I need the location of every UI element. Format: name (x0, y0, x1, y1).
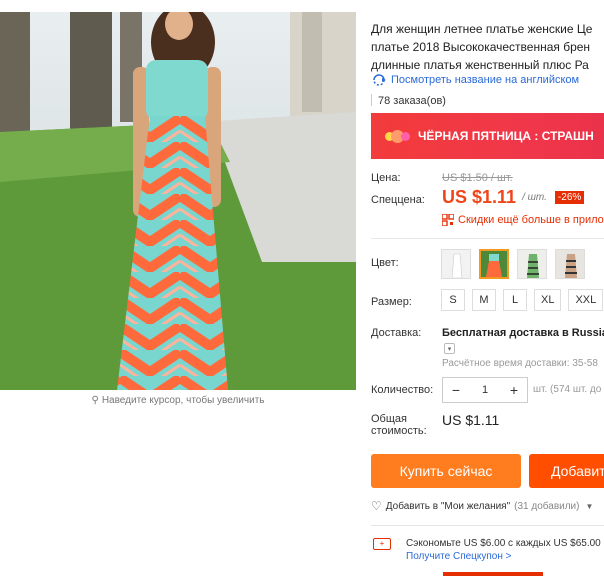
size-option-l[interactable]: L (503, 289, 527, 311)
bottom-strip (371, 572, 604, 576)
buy-now-button[interactable]: Купить сейчас (371, 454, 521, 488)
magnifier-icon: ⚲ (91, 395, 99, 406)
special-price-label: Спеццена: (371, 194, 425, 206)
coupon-text: Сэкономьте US $6.00 с каждых US $65.00 (406, 538, 601, 549)
old-price: US $1.50 / шт. (442, 172, 513, 184)
product-title: Для женщин летнее платье женские Це плат… (371, 22, 593, 72)
shipping-time: Расчётное время доставки: 35-58 (442, 358, 598, 369)
coupon-icon: + (373, 538, 391, 550)
total-price: US $1.11 (442, 412, 500, 428)
chevron-down-icon[interactable]: ▼ (585, 502, 593, 511)
wishlist-link[interactable]: ♡ Добавить в "Мои желания" (31 добавили)… (371, 499, 593, 513)
banner-text: ЧЁРНАЯ ПЯТНИЦА : СТРАШН (418, 129, 594, 143)
add-to-cart-button[interactable]: Добавит (529, 454, 604, 488)
quantity-decrease-button[interactable]: − (449, 383, 463, 397)
promo-dots-icon (385, 129, 410, 143)
shipping-method: Бесплатная доставка в Russian F (442, 327, 604, 339)
size-options: S M L XL XXL (441, 289, 604, 311)
size-option-m[interactable]: M (472, 289, 496, 311)
zoom-hint-text: Наведите курсор, чтобы увеличить (101, 395, 265, 406)
coupon-block: + Сэкономьте US $6.00 с каждых US $65.00… (371, 525, 604, 569)
app-discount-link[interactable]: Скидки ещё больше в приложе (442, 214, 604, 226)
size-option-xxl[interactable]: XXL (568, 289, 604, 311)
color-label: Цвет: (371, 257, 399, 269)
special-price-value: US $1.11 (442, 187, 517, 207)
orders-count: 78 заказа(ов) (371, 94, 446, 107)
color-swatch-black-stripe[interactable] (555, 249, 585, 279)
translate-icon (373, 74, 386, 86)
product-image[interactable] (0, 12, 356, 390)
zoom-hint: ⚲ Наведите курсор, чтобы увеличить (0, 395, 356, 406)
quantity-available: шт. (574 шт. до (533, 384, 602, 395)
chevron-down-icon[interactable]: ▾ (444, 343, 455, 354)
qr-code-icon (442, 214, 454, 226)
color-swatch-green-stripe[interactable] (517, 249, 547, 279)
app-discount-text[interactable]: Скидки ещё больше в приложе (458, 214, 604, 226)
size-label: Размер: (371, 296, 412, 308)
wishlist-count: (31 добавили) (514, 500, 580, 512)
quantity-input[interactable]: 1 (482, 384, 488, 396)
product-details: Для женщин летнее платье женские Це плат… (371, 0, 604, 576)
special-price: US $1.11 / шт. -26% (442, 187, 585, 208)
price-unit: / шт. (522, 192, 547, 203)
black-friday-banner[interactable]: ЧЁРНАЯ ПЯТНИЦА : СТРАШН (371, 113, 604, 159)
size-option-s[interactable]: S (441, 289, 465, 311)
heart-icon: ♡ (371, 499, 382, 513)
price-label: Цена: (371, 172, 401, 184)
total-label: Общая стоимость: (371, 413, 427, 437)
discount-badge: -26% (554, 191, 585, 204)
translate-link[interactable]: Посмотреть название на английском (371, 74, 579, 86)
color-swatches (441, 249, 585, 279)
translate-link-text[interactable]: Посмотреть название на английском (391, 74, 579, 86)
size-option-xl[interactable]: XL (534, 289, 562, 311)
quantity-stepper: − 1 + (442, 377, 528, 403)
divider (371, 238, 604, 239)
color-swatch-white[interactable] (441, 249, 471, 279)
wishlist-label[interactable]: Добавить в "Мои желания" (386, 501, 510, 512)
shipping-label: Доставка: (371, 327, 422, 339)
orders-count-text: 78 заказа(ов) (378, 95, 446, 107)
get-coupon-link[interactable]: Получите Спецкупон > (406, 551, 512, 562)
divider (371, 94, 372, 106)
quantity-increase-button[interactable]: + (507, 383, 521, 397)
color-swatch-multi[interactable] (479, 249, 509, 279)
quantity-label: Количество: (371, 384, 434, 396)
